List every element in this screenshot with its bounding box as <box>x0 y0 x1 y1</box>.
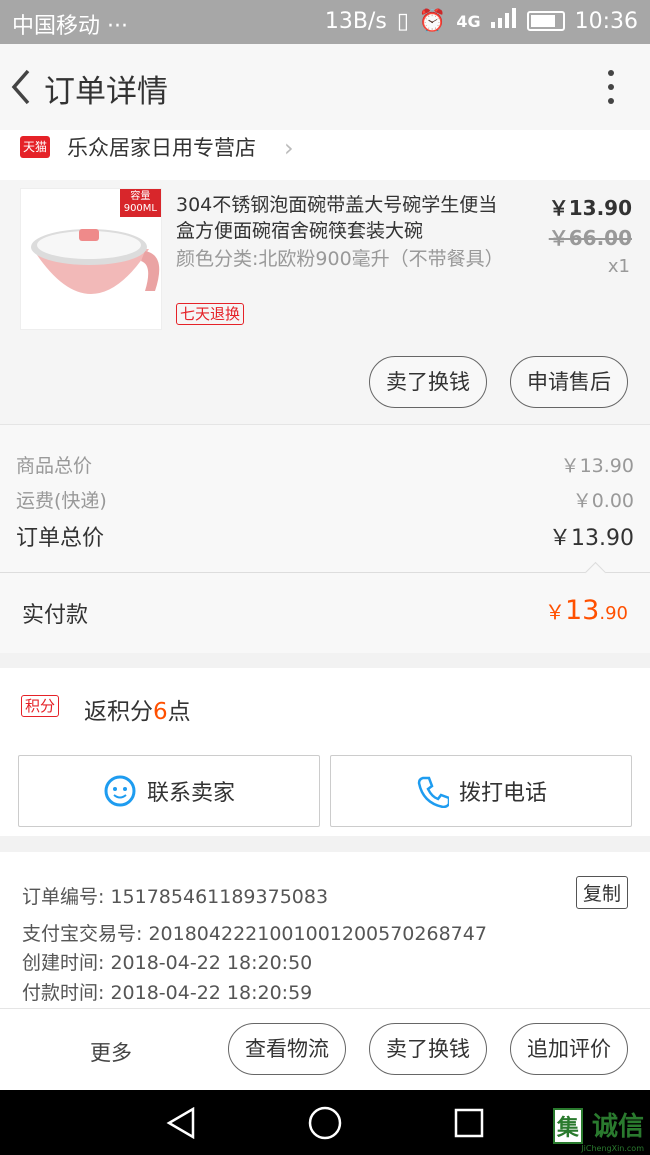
notification-dots: ··· <box>107 14 128 39</box>
sell-button-bottom[interactable]: 卖了换钱 <box>369 1023 487 1075</box>
add-review-button[interactable]: 追加评价 <box>510 1023 628 1075</box>
view-logistics-button[interactable]: 查看物流 <box>228 1023 346 1075</box>
original-price: ￥66.00 <box>548 226 632 250</box>
nav-recents-icon[interactable] <box>454 1108 484 1142</box>
status-right: 13B/s ▯ ⏰ 4G 10:36 <box>325 8 638 34</box>
copy-button[interactable]: 复制 <box>575 876 628 909</box>
alarm-icon: ⏰ <box>418 8 447 34</box>
points-count: 6 <box>153 699 168 725</box>
paid-time-value: 2018-04-22 18:20:59 <box>110 982 313 1004</box>
signal-icon <box>490 8 517 34</box>
return-policy-badge: 七天退换 <box>176 303 245 325</box>
paid-time-label: 付款时间: <box>22 982 105 1004</box>
shipping-value: ￥0.00 <box>572 490 634 512</box>
order-info: 订单编号: 151785461189375083 复制 支付宝交易号: 2018… <box>0 852 650 1008</box>
carrier-name: 中国移动 <box>12 14 101 39</box>
more-menu-icon[interactable] <box>608 70 614 112</box>
sell-button[interactable]: 卖了换钱 <box>369 356 487 408</box>
product-thumbnail[interactable]: 容量 900ML <box>20 188 162 330</box>
alipay-number-label: 支付宝交易号: <box>22 923 143 945</box>
clock-time: 10:36 <box>574 8 638 34</box>
watermark-logo: 集 诚信 JiChengXin.com <box>552 1106 644 1153</box>
after-sale-button[interactable]: 申请售后 <box>510 356 628 408</box>
contact-seller-button[interactable]: 联系卖家 <box>18 755 320 827</box>
battery-icon <box>526 11 565 31</box>
paid-currency: ￥ <box>545 600 565 624</box>
watermark-text: 诚信 <box>591 1112 644 1142</box>
points-prefix: 返积分 <box>84 699 153 725</box>
alipay-number-value: 2018042221001001200570268747 <box>148 923 487 945</box>
back-arrow-icon[interactable] <box>10 68 32 110</box>
system-nav-bar: 集 诚信 JiChengXin.com <box>0 1090 650 1155</box>
created-time-row: 创建时间: 2018-04-22 18:20:50 <box>22 948 312 975</box>
capacity-label: 容量 <box>130 191 151 202</box>
points-text: 返积分6点 <box>84 692 191 726</box>
paid-integer: 13 <box>565 595 600 626</box>
alipay-number-row: 支付宝交易号: 2018042221001001200570268747 <box>22 919 487 946</box>
paid-decimal: .90 <box>599 603 628 624</box>
points-suffix: 点 <box>167 699 191 725</box>
points-row: 积分 返积分6点 <box>0 668 650 745</box>
contact-row: 联系卖家 拨打电话 <box>0 744 650 836</box>
nav-back-icon[interactable] <box>166 1106 196 1143</box>
amount-paid-label: 实付款 <box>22 603 89 628</box>
network-speed: 13B/s <box>324 8 387 34</box>
order-number-label: 订单编号: <box>22 886 105 908</box>
created-time-value: 2018-04-22 18:20:50 <box>110 952 313 974</box>
chat-smile-icon <box>104 775 136 807</box>
watermark-seal-icon: 集 <box>552 1108 583 1144</box>
order-number-value: 151785461189375083 <box>110 886 329 908</box>
points-badge: 积分 <box>21 695 60 717</box>
amount-paid-value: ￥13.90 <box>545 595 628 626</box>
product-item: 容量 900ML 304不锈钢泡面碗带盖大号碗学生便当盒方便面碗宿舍碗筷套装大碗… <box>0 180 650 424</box>
contact-seller-label: 联系卖家 <box>146 781 235 806</box>
product-quantity: x1 <box>607 256 630 277</box>
status-left: 中国移动 ··· <box>12 8 128 40</box>
tmall-badge: 天猫 <box>20 136 50 158</box>
goods-total-label: 商品总价 <box>16 455 93 477</box>
product-price: ￥13.90 <box>548 196 632 220</box>
created-time-label: 创建时间: <box>22 952 105 974</box>
order-total-value: ￥13.90 <box>549 526 634 551</box>
bottom-action-bar: 更多 查看物流 卖了换钱 追加评价 <box>0 1008 650 1091</box>
phone-icon <box>417 776 449 808</box>
product-variant: 颜色分类:北欧粉900毫升（不带餐具） <box>176 248 504 270</box>
call-phone-button[interactable]: 拨打电话 <box>330 755 632 827</box>
vibrate-icon: ▯ <box>396 8 409 34</box>
chevron-right-icon: › <box>284 134 294 162</box>
more-button[interactable]: 更多 <box>90 1037 132 1067</box>
capacity-badge: 容量 900ML <box>119 189 161 217</box>
network-type: 4G <box>456 11 481 31</box>
top-app-bar: 订单详情 <box>0 44 650 130</box>
shop-row[interactable]: 天猫 乐众居家日用专营店 › <box>0 130 650 180</box>
shipping-label: 运费(快递) <box>16 490 107 512</box>
capacity-value: 900ML <box>123 203 157 214</box>
goods-total-value: ￥13.90 <box>560 455 634 477</box>
order-total-label: 订单总价 <box>16 526 105 551</box>
watermark-subtext: JiChengXin.com <box>581 1144 644 1153</box>
nav-home-icon[interactable] <box>307 1105 343 1145</box>
order-number-row: 订单编号: 151785461189375083 <box>22 882 328 909</box>
call-phone-label: 拨打电话 <box>458 781 547 806</box>
paid-time-row: 付款时间: 2018-04-22 18:20:59 <box>22 978 312 1005</box>
page-title: 订单详情 <box>44 74 168 110</box>
status-bar: 中国移动 ··· 13B/s ▯ ⏰ 4G 10:36 <box>0 0 650 44</box>
shop-name[interactable]: 乐众居家日用专营店 <box>67 132 256 162</box>
amount-paid-row: 实付款 ￥13.90 <box>0 561 650 653</box>
price-summary: 商品总价 ￥13.90 运费(快递) ￥0.00 订单总价 ￥13.90 <box>0 424 650 573</box>
product-title[interactable]: 304不锈钢泡面碗带盖大号碗学生便当盒方便面碗宿舍碗筷套装大碗 <box>176 192 516 244</box>
